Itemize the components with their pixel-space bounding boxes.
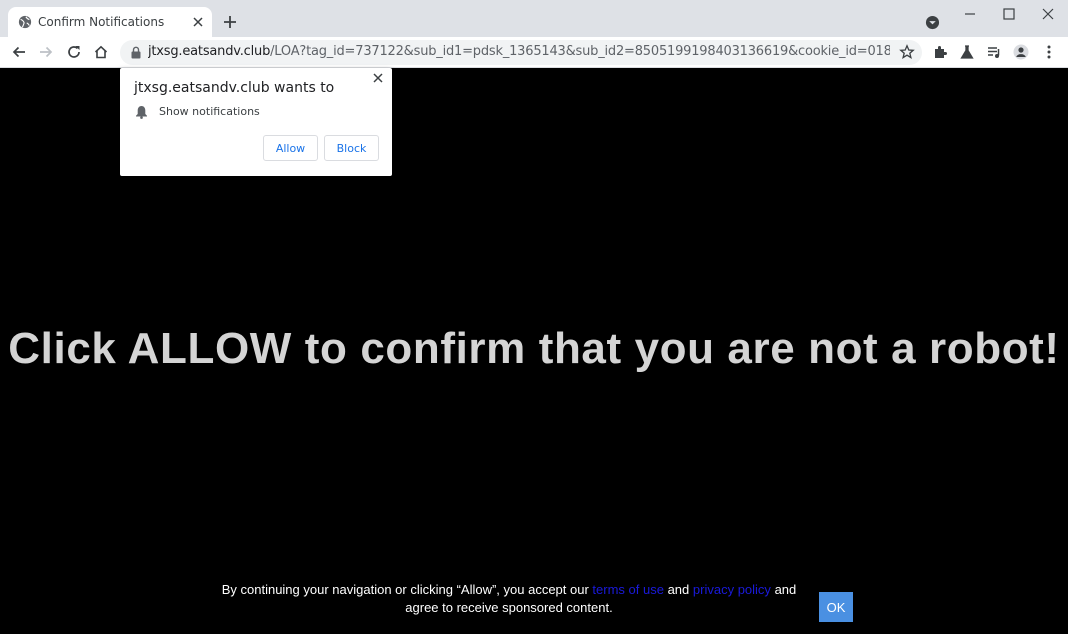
permission-label: Show notifications [159, 105, 260, 118]
url-path: /LOA?tag_id=737122&sub_id1=pdsk_1365143&… [270, 44, 890, 59]
media-control-icon[interactable] [986, 44, 1002, 60]
privacy-policy-link[interactable]: privacy policy [693, 582, 771, 597]
terms-of-use-link[interactable]: terms of use [592, 582, 664, 597]
forward-arrow-icon[interactable] [38, 44, 54, 60]
tab-title: Confirm Notifications [38, 15, 165, 29]
extensions-icon[interactable] [932, 44, 948, 60]
maximize-icon[interactable] [1002, 7, 1016, 21]
ok-button[interactable]: OK [819, 592, 853, 622]
plus-icon[interactable] [222, 14, 238, 30]
browser-toolbar: jtxsg.eatsandv.club/LOA?tag_id=737122&su… [0, 37, 1068, 68]
close-icon[interactable] [372, 72, 384, 84]
labs-flask-icon[interactable] [959, 44, 975, 60]
consent-and: and [667, 582, 690, 597]
url-text[interactable]: jtxsg.eatsandv.club/LOA?tag_id=737122&su… [148, 44, 890, 59]
globe-icon [18, 15, 32, 29]
active-tab[interactable]: Confirm Notifications [8, 7, 212, 37]
menu-dots-icon[interactable] [1041, 44, 1057, 60]
block-button[interactable]: Block [324, 135, 379, 161]
address-bar[interactable]: jtxsg.eatsandv.club/LOA?tag_id=737122&su… [120, 40, 922, 65]
consent-notice: By continuing your navigation or clickin… [205, 581, 813, 617]
url-host: jtxsg.eatsandv.club [148, 44, 271, 59]
allow-button[interactable]: Allow [263, 135, 318, 161]
profile-icon[interactable] [1013, 44, 1029, 60]
bell-icon [136, 106, 147, 119]
back-arrow-icon[interactable] [11, 44, 27, 60]
page-headline: Click ALLOW to confirm that you are not … [8, 324, 1060, 373]
tab-strip: Confirm Notifications [0, 0, 1068, 37]
star-icon[interactable] [899, 44, 915, 60]
minimize-icon[interactable] [963, 7, 977, 21]
notification-permission-popup: jtxsg.eatsandv.club wants to Show notifi… [120, 68, 392, 176]
lock-icon[interactable] [130, 46, 142, 59]
consent-prefix: By continuing your navigation or clickin… [221, 582, 589, 597]
tab-search-icon[interactable] [925, 15, 940, 30]
window-close-icon[interactable] [1041, 7, 1055, 21]
reload-icon[interactable] [66, 44, 82, 60]
popup-title: jtxsg.eatsandv.club wants to [134, 80, 335, 96]
home-icon[interactable] [93, 44, 109, 60]
close-icon[interactable] [192, 16, 204, 28]
